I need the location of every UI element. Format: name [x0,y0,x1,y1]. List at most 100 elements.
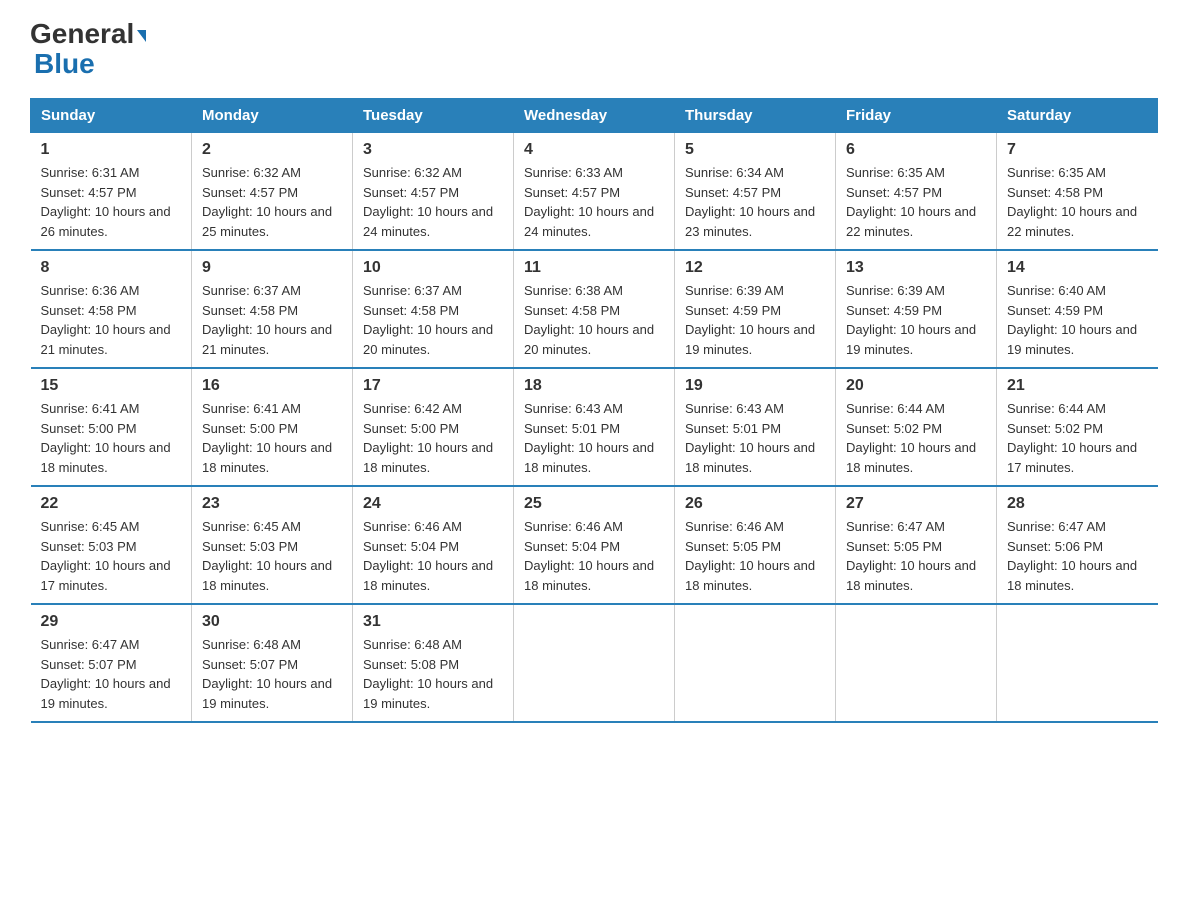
weekday-header-monday: Monday [192,99,353,133]
day-number: 2 [202,141,342,159]
day-number: 29 [41,613,182,631]
calendar-week-row: 8Sunrise: 6:36 AMSunset: 4:58 PMDaylight… [31,250,1158,368]
calendar-cell: 23 Sunrise: 6:45 AMSunset: 5:03 PMDayligh… [192,486,353,604]
day-number: 28 [1007,495,1148,513]
weekday-header-saturday: Saturday [997,99,1158,133]
day-info: Sunrise: 6:32 AMSunset: 4:57 PMDaylight:… [363,163,503,241]
day-info: Sunrise: 6:36 AMSunset: 4:58 PMDaylight:… [41,281,182,359]
day-info: Sunrise: 6:45 AMSunset: 5:03 PMDaylight:… [202,517,342,595]
day-number: 31 [363,613,503,631]
calendar-cell: 15 Sunrise: 6:41 AMSunset: 5:00 PMDayligh… [31,368,192,486]
day-number: 20 [846,377,986,395]
calendar-cell: 5Sunrise: 6:34 AMSunset: 4:57 PMDaylight… [675,133,836,251]
calendar-cell [514,604,675,722]
calendar-week-row: 29 Sunrise: 6:47 AMSunset: 5:07 PMDayligh… [31,604,1158,722]
day-number: 16 [202,377,342,395]
calendar-cell: 8Sunrise: 6:36 AMSunset: 4:58 PMDaylight… [31,250,192,368]
day-info: Sunrise: 6:39 AMSunset: 4:59 PMDaylight:… [846,281,986,359]
day-info: Sunrise: 6:37 AMSunset: 4:58 PMDaylight:… [202,281,342,359]
day-info: Sunrise: 6:33 AMSunset: 4:57 PMDaylight:… [524,163,664,241]
day-info: Sunrise: 6:37 AMSunset: 4:58 PMDaylight:… [363,281,503,359]
weekday-header-wednesday: Wednesday [514,99,675,133]
calendar-cell: 19 Sunrise: 6:43 AMSunset: 5:01 PMDayligh… [675,368,836,486]
weekday-header-friday: Friday [836,99,997,133]
calendar-cell: 21 Sunrise: 6:44 AMSunset: 5:02 PMDayligh… [997,368,1158,486]
calendar-cell: 7 Sunrise: 6:35 AMSunset: 4:58 PMDaylight… [997,133,1158,251]
day-info: Sunrise: 6:39 AMSunset: 4:59 PMDaylight:… [685,281,825,359]
calendar-cell: 22 Sunrise: 6:45 AMSunset: 5:03 PMDayligh… [31,486,192,604]
calendar-week-row: 15 Sunrise: 6:41 AMSunset: 5:00 PMDayligh… [31,368,1158,486]
day-info: Sunrise: 6:35 AMSunset: 4:57 PMDaylight:… [846,163,986,241]
calendar-cell: 31 Sunrise: 6:48 AMSunset: 5:08 PMDayligh… [353,604,514,722]
day-number: 23 [202,495,342,513]
day-number: 7 [1007,141,1148,159]
day-info: Sunrise: 6:44 AMSunset: 5:02 PMDaylight:… [1007,399,1148,477]
calendar-cell: 26 Sunrise: 6:46 AMSunset: 5:05 PMDayligh… [675,486,836,604]
day-number: 4 [524,141,664,159]
weekday-header-sunday: Sunday [31,99,192,133]
calendar-cell: 1Sunrise: 6:31 AMSunset: 4:57 PMDaylight… [31,133,192,251]
day-number: 22 [41,495,182,513]
day-number: 12 [685,259,825,277]
day-info: Sunrise: 6:48 AMSunset: 5:07 PMDaylight:… [202,635,342,713]
day-number: 9 [202,259,342,277]
calendar-cell [997,604,1158,722]
day-number: 26 [685,495,825,513]
day-number: 19 [685,377,825,395]
day-number: 3 [363,141,503,159]
day-number: 24 [363,495,503,513]
day-info: Sunrise: 6:32 AMSunset: 4:57 PMDaylight:… [202,163,342,241]
calendar-cell: 18Sunrise: 6:43 AMSunset: 5:01 PMDayligh… [514,368,675,486]
calendar-cell: 17 Sunrise: 6:42 AMSunset: 5:00 PMDayligh… [353,368,514,486]
day-info: Sunrise: 6:38 AMSunset: 4:58 PMDaylight:… [524,281,664,359]
calendar-cell: 16 Sunrise: 6:41 AMSunset: 5:00 PMDayligh… [192,368,353,486]
day-info: Sunrise: 6:42 AMSunset: 5:00 PMDaylight:… [363,399,503,477]
day-info: Sunrise: 6:48 AMSunset: 5:08 PMDaylight:… [363,635,503,713]
day-info: Sunrise: 6:47 AMSunset: 5:07 PMDaylight:… [41,635,182,713]
logo: General Blue [30,20,146,78]
calendar-cell: 11 Sunrise: 6:38 AMSunset: 4:58 PMDayligh… [514,250,675,368]
calendar-cell: 29 Sunrise: 6:47 AMSunset: 5:07 PMDayligh… [31,604,192,722]
calendar-cell: 24Sunrise: 6:46 AMSunset: 5:04 PMDayligh… [353,486,514,604]
calendar-cell [675,604,836,722]
day-number: 10 [363,259,503,277]
day-info: Sunrise: 6:41 AMSunset: 5:00 PMDaylight:… [41,399,182,477]
day-info: Sunrise: 6:31 AMSunset: 4:57 PMDaylight:… [41,163,182,241]
day-number: 11 [524,259,664,277]
day-info: Sunrise: 6:43 AMSunset: 5:01 PMDaylight:… [685,399,825,477]
calendar-cell: 28Sunrise: 6:47 AMSunset: 5:06 PMDayligh… [997,486,1158,604]
calendar-cell: 25Sunrise: 6:46 AMSunset: 5:04 PMDayligh… [514,486,675,604]
calendar-cell: 4 Sunrise: 6:33 AMSunset: 4:57 PMDaylight… [514,133,675,251]
weekday-header-row: SundayMondayTuesdayWednesdayThursdayFrid… [31,99,1158,133]
calendar-cell: 2 Sunrise: 6:32 AMSunset: 4:57 PMDaylight… [192,133,353,251]
day-number: 27 [846,495,986,513]
day-info: Sunrise: 6:46 AMSunset: 5:05 PMDaylight:… [685,517,825,595]
calendar-cell: 6 Sunrise: 6:35 AMSunset: 4:57 PMDaylight… [836,133,997,251]
calendar-cell: 14 Sunrise: 6:40 AMSunset: 4:59 PMDayligh… [997,250,1158,368]
calendar-week-row: 22 Sunrise: 6:45 AMSunset: 5:03 PMDayligh… [31,486,1158,604]
calendar-cell: 20Sunrise: 6:44 AMSunset: 5:02 PMDayligh… [836,368,997,486]
calendar-cell [836,604,997,722]
calendar-table: SundayMondayTuesdayWednesdayThursdayFrid… [30,98,1158,723]
day-number: 15 [41,377,182,395]
day-number: 17 [363,377,503,395]
calendar-cell: 10 Sunrise: 6:37 AMSunset: 4:58 PMDayligh… [353,250,514,368]
day-info: Sunrise: 6:43 AMSunset: 5:01 PMDaylight:… [524,399,664,477]
calendar-cell: 30 Sunrise: 6:48 AMSunset: 5:07 PMDayligh… [192,604,353,722]
day-info: Sunrise: 6:41 AMSunset: 5:00 PMDaylight:… [202,399,342,477]
day-info: Sunrise: 6:47 AMSunset: 5:05 PMDaylight:… [846,517,986,595]
day-number: 13 [846,259,986,277]
calendar-cell: 27 Sunrise: 6:47 AMSunset: 5:05 PMDayligh… [836,486,997,604]
day-number: 30 [202,613,342,631]
logo-line2: Blue [30,50,95,78]
page-header: General Blue [30,20,1158,78]
day-number: 21 [1007,377,1148,395]
logo-line1: General [30,20,146,48]
day-info: Sunrise: 6:34 AMSunset: 4:57 PMDaylight:… [685,163,825,241]
day-number: 6 [846,141,986,159]
day-info: Sunrise: 6:40 AMSunset: 4:59 PMDaylight:… [1007,281,1148,359]
day-info: Sunrise: 6:45 AMSunset: 5:03 PMDaylight:… [41,517,182,595]
calendar-cell: 3 Sunrise: 6:32 AMSunset: 4:57 PMDaylight… [353,133,514,251]
day-info: Sunrise: 6:35 AMSunset: 4:58 PMDaylight:… [1007,163,1148,241]
day-number: 14 [1007,259,1148,277]
